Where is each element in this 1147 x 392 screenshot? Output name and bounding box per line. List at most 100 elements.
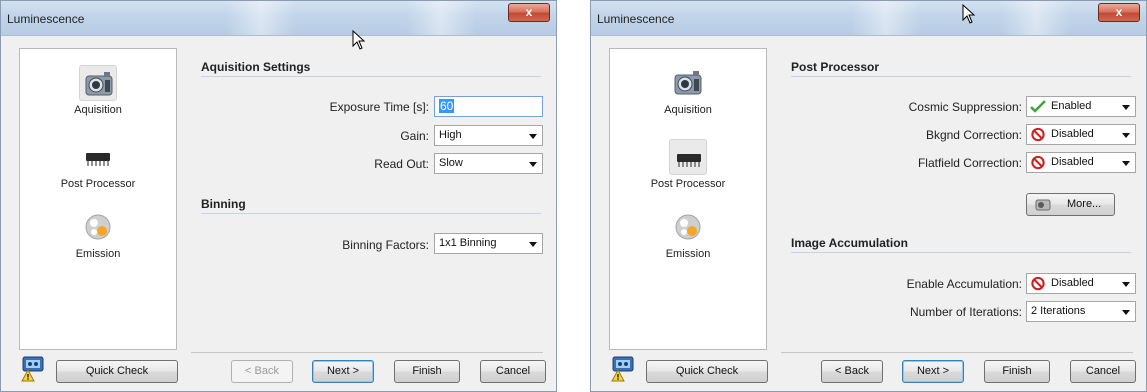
next-label: Next > [916, 365, 950, 377]
cancel-label: Cancel [1085, 365, 1121, 377]
mouse-cursor-icon [962, 3, 976, 27]
cancel-button[interactable]: Cancel [480, 360, 546, 383]
right-client-area: Aquisition Post Processor Emission Post … [597, 36, 1140, 385]
number-of-iterations-label: Number of Iterations: [909, 305, 1022, 319]
enable-accumulation-value: Disabled [1051, 277, 1094, 289]
prohibited-icon [1030, 276, 1046, 298]
nav-item-aquisition[interactable]: Aquisition [610, 65, 766, 116]
left-client-area: Aquisition Post Processor Emission Aquis… [7, 36, 550, 385]
nav-item-emission[interactable]: Emission [610, 209, 766, 260]
back-button[interactable]: < Back [821, 360, 883, 383]
section-title-post-processor: Post Processor [791, 60, 880, 74]
next-button[interactable]: Next > [312, 360, 374, 383]
footer-divider [191, 352, 543, 353]
chevron-down-icon [1122, 133, 1130, 138]
binning-factors-dropdown[interactable]: 1x1 Binning [434, 233, 543, 254]
binning-factors-label: Binning Factors: [342, 238, 429, 252]
cosmic-suppression-label: Cosmic Suppression: [908, 100, 1022, 114]
flatfield-correction-label: Flatfield Correction: [917, 156, 1022, 170]
chevron-down-icon [1122, 282, 1130, 287]
nav-label: Post Processor [650, 178, 726, 190]
close-button[interactable]: x [1098, 3, 1140, 22]
chevron-down-icon [1122, 310, 1130, 315]
back-label: < Back [835, 365, 869, 377]
window-title: Luminescence [597, 12, 675, 26]
back-button[interactable]: < Back [231, 360, 293, 383]
chip-icon [79, 139, 117, 175]
emission-icon [669, 209, 707, 245]
prohibited-icon [1030, 127, 1046, 149]
left-dialog-window: Luminescence x Aquisition Post Processor… [0, 0, 557, 392]
chevron-down-icon [1122, 105, 1130, 110]
title-glare [851, 1, 921, 35]
chip-icon [669, 139, 707, 175]
exposure-time-input[interactable]: 60 [434, 96, 543, 117]
quick-check-icon [610, 356, 636, 385]
camera-icon [79, 65, 117, 101]
mouse-cursor-icon [352, 29, 366, 53]
left-title-bar[interactable]: Luminescence x [1, 1, 556, 36]
number-of-iterations-dropdown[interactable]: 2 Iterations [1026, 301, 1136, 322]
right-title-bar[interactable]: Luminescence x [591, 1, 1146, 36]
read-out-dropdown[interactable]: Slow [434, 153, 543, 174]
cancel-button[interactable]: Cancel [1070, 360, 1136, 383]
checkmark-icon [1030, 99, 1046, 121]
chevron-down-icon [1122, 161, 1130, 166]
close-button[interactable]: x [508, 3, 550, 22]
nav-item-post-processor[interactable]: Post Processor [20, 139, 176, 190]
gain-value: High [439, 129, 462, 141]
chevron-down-icon [529, 134, 537, 139]
nav-label: Emission [665, 248, 711, 260]
enable-accumulation-dropdown[interactable]: Disabled [1026, 273, 1136, 294]
cosmic-suppression-value: Enabled [1051, 100, 1092, 112]
number-of-iterations-value: 2 Iterations [1031, 305, 1086, 317]
exposure-time-label: Exposure Time [s]: [329, 100, 429, 114]
next-label: Next > [326, 365, 360, 377]
enable-accumulation-label: Enable Accumulation: [906, 277, 1022, 291]
nav-label: Post Processor [60, 178, 136, 190]
gain-label: Gain: [400, 129, 429, 143]
navigation-sidebar: Aquisition Post Processor Emission [609, 48, 767, 350]
quick-check-button[interactable]: Quick Check [56, 360, 178, 383]
section-title-image-accumulation: Image Accumulation [791, 236, 908, 250]
more-label: More... [1067, 198, 1102, 210]
quick-check-label: Quick Check [85, 365, 149, 377]
title-glare [226, 1, 296, 35]
film-icon [1035, 198, 1051, 220]
quick-check-button[interactable]: Quick Check [646, 360, 768, 383]
quick-check-label: Quick Check [675, 365, 739, 377]
nav-item-emission[interactable]: Emission [20, 209, 176, 260]
prohibited-icon [1030, 155, 1046, 177]
nav-item-post-processor[interactable]: Post Processor [610, 139, 766, 190]
emission-icon [79, 209, 117, 245]
nav-item-aquisition[interactable]: Aquisition [20, 65, 176, 116]
flatfield-correction-dropdown[interactable]: Disabled [1026, 152, 1136, 173]
chevron-down-icon [529, 162, 537, 167]
finish-label: Finish [1002, 365, 1032, 377]
close-icon: x [1115, 5, 1123, 19]
chevron-down-icon [529, 242, 537, 247]
camera-icon [669, 65, 707, 101]
read-out-label: Read Out: [374, 157, 429, 171]
cosmic-suppression-dropdown[interactable]: Enabled [1026, 96, 1136, 117]
read-out-value: Slow [439, 157, 463, 169]
close-icon: x [525, 5, 533, 19]
flatfield-correction-value: Disabled [1051, 156, 1094, 168]
finish-label: Finish [412, 365, 442, 377]
binning-factors-value: 1x1 Binning [439, 237, 497, 249]
cancel-label: Cancel [495, 365, 531, 377]
window-title: Luminescence [7, 12, 85, 26]
gain-dropdown[interactable]: High [434, 125, 543, 146]
title-glare [406, 1, 476, 35]
bkgnd-correction-value: Disabled [1051, 128, 1094, 140]
next-button[interactable]: Next > [902, 360, 964, 383]
section-title-binning: Binning [201, 197, 246, 211]
more-button[interactable]: More... [1026, 193, 1115, 216]
finish-button[interactable]: Finish [984, 360, 1050, 383]
finish-button[interactable]: Finish [394, 360, 460, 383]
bkgnd-correction-dropdown[interactable]: Disabled [1026, 124, 1136, 145]
section-divider [201, 76, 541, 77]
nav-label: Emission [75, 248, 121, 260]
footer-divider [781, 352, 1133, 353]
nav-label: Aquisition [74, 104, 122, 116]
